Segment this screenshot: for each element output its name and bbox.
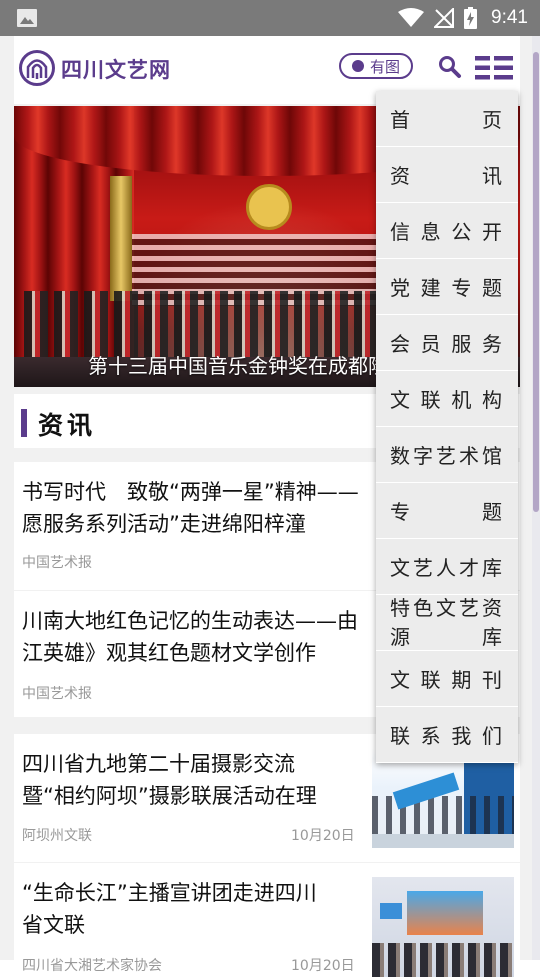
image-mode-toggle[interactable]: 有图 [339, 53, 413, 79]
menu-item-label: 首 页 [390, 108, 504, 132]
battery-icon [464, 7, 478, 29]
toggle-dot-icon [351, 60, 364, 72]
news-title-line: 愿服务系列活动”走进绵阳梓潼 [22, 512, 306, 536]
menu-item-contact-us[interactable]: 联系我们 [376, 707, 518, 763]
menu-item-label: 党建专题 [390, 276, 504, 300]
news-date: 10月20日 [291, 958, 355, 974]
status-time: 9:41 [491, 7, 528, 28]
site-logo-icon[interactable] [18, 49, 56, 87]
menu-item-label: 文联机构 [390, 388, 504, 412]
menu-item-label: 资 讯 [390, 164, 504, 188]
news-title-line: 四川省九地第二十届摄影交流 [22, 752, 295, 776]
status-bar: 9:41 [0, 0, 540, 36]
news-source: 阿坝州文联 [22, 828, 92, 844]
news-title-line: 书写时代 致敬“两弹一星”精神—— [22, 480, 359, 504]
signal-off-icon [434, 8, 455, 28]
section-accent-bar [21, 409, 27, 437]
menu-item-topics[interactable]: 专 题 [376, 483, 518, 539]
menu-item-resource-library[interactable]: 特色文艺资源库 [376, 595, 518, 651]
thumb-screen [407, 891, 483, 935]
thumb-floor [372, 834, 514, 848]
menu-item-label: 会员服务 [390, 332, 504, 356]
menu-item-info-disclosure[interactable]: 信息公开 [376, 203, 518, 259]
menu-item-news[interactable]: 资 讯 [376, 147, 518, 203]
thumb-flag [380, 903, 402, 919]
menu-item-digital-art-museum[interactable]: 数字艺术馆 [376, 427, 518, 483]
news-source: 四川省大湘艺术家协会 [22, 958, 162, 974]
news-source: 中国艺术报 [22, 555, 92, 571]
news-title-line: “生命长江”主播宣讲团走进四川 [22, 881, 317, 905]
menu-item-party-building[interactable]: 党建专题 [376, 259, 518, 315]
banner-caption: 第十三届中国音乐金钟奖在成都隆 [88, 354, 388, 378]
nav-dropdown-menu: 首 页 资 讯 信息公开 党建专题 会员服务 文联机构 数字艺术馆 专 题 文艺… [376, 91, 518, 763]
wifi-icon [398, 8, 425, 27]
banner-pillar [110, 176, 132, 301]
news-title-line: 江英雄》观其红色题材文学创作 [22, 641, 316, 665]
menu-item-journals[interactable]: 文联期刊 [376, 651, 518, 707]
news-date: 10月20日 [291, 828, 355, 844]
menu-item-talent-library[interactable]: 文艺人才库 [376, 539, 518, 595]
image-notification-icon [17, 9, 37, 27]
news-title-line: 省文联 [22, 913, 85, 937]
menu-item-organizations[interactable]: 文联机构 [376, 371, 518, 427]
menu-item-label: 信息公开 [390, 220, 504, 244]
menu-item-home[interactable]: 首 页 [376, 91, 518, 147]
image-mode-label: 有图 [369, 57, 400, 76]
search-icon[interactable] [438, 55, 462, 79]
news-thumbnail[interactable] [372, 877, 514, 977]
site-logo-text[interactable]: 四川文艺网 [61, 54, 171, 84]
menu-item-label: 文艺人才库 [390, 556, 504, 580]
menu-item-label: 专 题 [390, 500, 504, 524]
banner-emblem [246, 184, 292, 230]
news-title-line: 暨“相约阿坝”摄影联展活动在理 [22, 784, 317, 808]
menu-item-label: 文联期刊 [390, 668, 504, 692]
menu-icon[interactable] [475, 56, 513, 80]
menu-item-label: 联系我们 [390, 724, 504, 748]
news-title: 四川省九地第二十届摄影交流 暨“相约阿坝”摄影联展活动在理 [22, 748, 317, 812]
scrollbar-thumb[interactable] [533, 52, 539, 512]
thumb-audience [372, 943, 514, 977]
menu-item-label: 数字艺术馆 [390, 444, 504, 468]
news-title-line: 川南大地红色记忆的生动表达——由 [22, 609, 358, 633]
news-item[interactable]: “生命长江”主播宣讲团走进四川 省文联 四川省大湘艺术家协会 10月20日 [14, 863, 520, 977]
menu-item-member-service[interactable]: 会员服务 [376, 315, 518, 371]
news-title: “生命长江”主播宣讲团走进四川 省文联 [22, 877, 317, 941]
menu-item-label: 特色文艺资源库 [390, 595, 504, 649]
news-title: 书写时代 致敬“两弹一星”精神—— 愿服务系列活动”走进绵阳梓潼 [22, 476, 359, 540]
news-thumbnail[interactable] [372, 748, 514, 848]
section-title: 资讯 [38, 411, 97, 440]
news-title: 川南大地红色记忆的生动表达——由 江英雄》观其红色题材文学创作 [22, 605, 358, 669]
news-source: 中国艺术报 [22, 686, 92, 702]
status-icons: 9:41 [398, 0, 528, 36]
